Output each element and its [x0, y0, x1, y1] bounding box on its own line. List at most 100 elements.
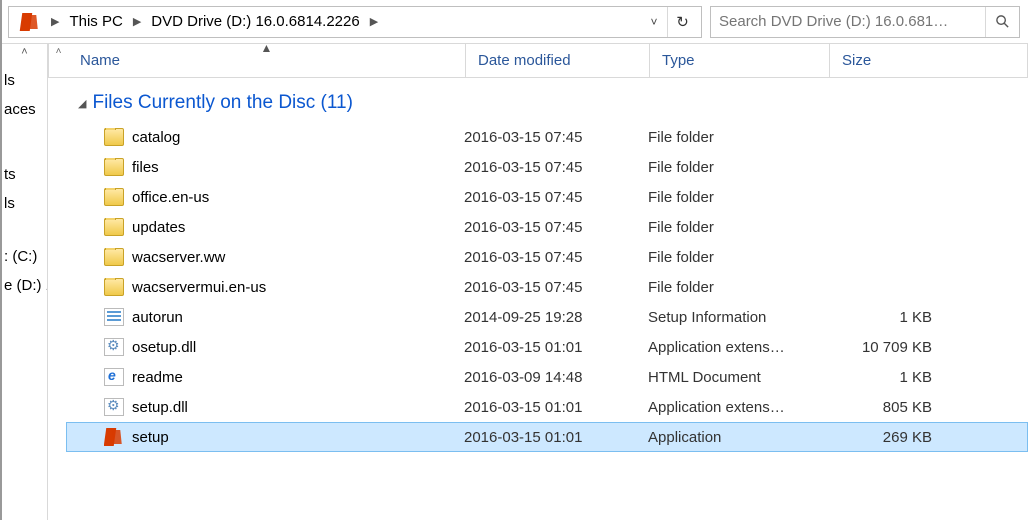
dll-file-icon — [104, 398, 124, 416]
sidebar-item[interactable]: ls — [2, 189, 47, 218]
sidebar-item[interactable] — [2, 230, 47, 242]
file-name: files — [132, 159, 159, 176]
folder-icon — [104, 188, 124, 206]
file-type: Application extens… — [648, 339, 828, 356]
file-type: Application — [648, 429, 828, 446]
inf-file-icon — [104, 308, 124, 326]
file-date: 2014-09-25 19:28 — [464, 309, 648, 326]
file-name: wacserver.ww — [132, 249, 225, 266]
sidebar-item[interactable] — [2, 136, 47, 148]
office-icon — [19, 12, 39, 32]
file-row[interactable]: files 2016-03-15 07:45File folder — [66, 152, 1028, 182]
file-type: Setup Information — [648, 309, 828, 326]
sidebar-item[interactable]: ls — [2, 66, 47, 95]
file-name: catalog — [132, 129, 180, 146]
scrollbar-gutter[interactable]: ˄ — [48, 44, 68, 77]
file-size: 1 KB — [828, 369, 948, 386]
column-header-name[interactable]: Name ▲ — [68, 44, 466, 77]
collapse-icon[interactable]: ◢ — [78, 97, 86, 110]
file-type: File folder — [648, 279, 828, 296]
file-date: 2016-03-15 07:45 — [464, 129, 648, 146]
file-type: File folder — [648, 249, 828, 266]
file-name: osetup.dll — [132, 339, 196, 356]
sidebar-item[interactable] — [2, 218, 47, 230]
search-box[interactable] — [710, 6, 1020, 38]
address-bar[interactable]: ▶ This PC ▶ DVD Drive (D:) 16.0.6814.222… — [8, 6, 702, 38]
file-type: File folder — [648, 159, 828, 176]
html-file-icon — [104, 368, 124, 386]
scroll-up-icon[interactable]: ˄ — [2, 46, 47, 64]
history-dropdown[interactable]: ˅ — [641, 15, 667, 29]
file-size: 269 KB — [828, 429, 948, 446]
chevron-right-icon[interactable]: ▶ — [47, 15, 63, 28]
file-type: HTML Document — [648, 369, 828, 386]
file-size: 1 KB — [828, 309, 948, 326]
file-row[interactable]: autorun 2014-09-25 19:28Setup Information… — [66, 302, 1028, 332]
sidebar-item[interactable]: e (D:) 16 — [2, 271, 47, 300]
file-date: 2016-03-15 01:01 — [464, 339, 648, 356]
nav-pane[interactable]: ˄ lsacestsls: (C:)e (D:) 16 — [2, 44, 48, 520]
sidebar-item[interactable] — [2, 148, 47, 160]
app-file-icon — [104, 428, 124, 446]
file-type: File folder — [648, 189, 828, 206]
sidebar-item[interactable]: aces — [2, 95, 47, 124]
column-header-type[interactable]: Type — [650, 44, 830, 77]
file-name: readme — [132, 369, 183, 386]
group-header[interactable]: ◢ Files Currently on the Disc (11) — [48, 78, 1028, 122]
folder-icon — [104, 218, 124, 236]
folder-icon — [104, 248, 124, 266]
file-date: 2016-03-15 01:01 — [464, 429, 648, 446]
search-icon[interactable] — [985, 7, 1019, 37]
file-date: 2016-03-15 07:45 — [464, 219, 648, 236]
sort-asc-icon: ▲ — [261, 41, 273, 55]
folder-icon — [104, 158, 124, 176]
file-name: wacservermui.en-us — [132, 279, 266, 296]
file-row[interactable]: wacservermui.en-us 2016-03-15 07:45File f… — [66, 272, 1028, 302]
file-name: setup.dll — [132, 399, 188, 416]
file-size: 10 709 KB — [828, 339, 948, 356]
sidebar-item[interactable]: ts — [2, 160, 47, 189]
breadcrumb-drive[interactable]: DVD Drive (D:) 16.0.6814.2226 — [145, 7, 365, 37]
file-row[interactable]: setup.dll 2016-03-15 01:01Application ext… — [66, 392, 1028, 422]
file-date: 2016-03-15 07:45 — [464, 249, 648, 266]
breadcrumb-this-pc[interactable]: This PC — [63, 7, 128, 37]
folder-icon — [104, 278, 124, 296]
file-row[interactable]: osetup.dll 2016-03-15 01:01Application ex… — [66, 332, 1028, 362]
sidebar-item[interactable]: : (C:) — [2, 242, 47, 271]
file-name: autorun — [132, 309, 183, 326]
file-type: Application extens… — [648, 399, 828, 416]
column-header-date[interactable]: Date modified — [466, 44, 650, 77]
file-row[interactable]: wacserver.ww 2016-03-15 07:45File folder — [66, 242, 1028, 272]
dll-file-icon — [104, 338, 124, 356]
file-name: setup — [132, 429, 169, 446]
chevron-right-icon[interactable]: ▶ — [366, 15, 382, 28]
file-name: office.en-us — [132, 189, 209, 206]
file-row[interactable]: readme 2016-03-09 14:48HTML Document1 KB — [66, 362, 1028, 392]
chevron-right-icon[interactable]: ▶ — [129, 15, 145, 28]
file-row[interactable]: setup 2016-03-15 01:01Application269 KB — [66, 422, 1028, 452]
file-row[interactable]: catalog 2016-03-15 07:45File folder — [66, 122, 1028, 152]
search-input[interactable] — [711, 13, 985, 30]
location-icon — [13, 7, 47, 37]
file-type: File folder — [648, 129, 828, 146]
file-list: catalog2016-03-15 07:45File folderfiles2… — [48, 122, 1028, 452]
group-label: Files Currently on the Disc (11) — [92, 92, 352, 114]
file-date: 2016-03-15 01:01 — [464, 399, 648, 416]
file-row[interactable]: updates 2016-03-15 07:45File folder — [66, 212, 1028, 242]
file-date: 2016-03-15 07:45 — [464, 159, 648, 176]
sidebar-item[interactable] — [2, 124, 47, 136]
scroll-up-icon[interactable]: ˄ — [56, 46, 62, 57]
file-date: 2016-03-15 07:45 — [464, 279, 648, 296]
file-date: 2016-03-15 07:45 — [464, 189, 648, 206]
column-header-size[interactable]: Size — [830, 44, 1028, 77]
file-date: 2016-03-09 14:48 — [464, 369, 648, 386]
file-size: 805 KB — [828, 399, 948, 416]
file-name: updates — [132, 219, 185, 236]
file-type: File folder — [648, 219, 828, 236]
toolbar: ▶ This PC ▶ DVD Drive (D:) 16.0.6814.222… — [2, 0, 1028, 44]
column-headers: ˄ Name ▲ Date modified Type Size — [48, 44, 1028, 78]
file-row[interactable]: office.en-us 2016-03-15 07:45File folder — [66, 182, 1028, 212]
explorer-window: ▶ This PC ▶ DVD Drive (D:) 16.0.6814.222… — [0, 0, 1028, 520]
refresh-button[interactable]: ↻ — [667, 7, 697, 37]
content-pane: ˄ Name ▲ Date modified Type Size ◢ Files… — [48, 44, 1028, 520]
